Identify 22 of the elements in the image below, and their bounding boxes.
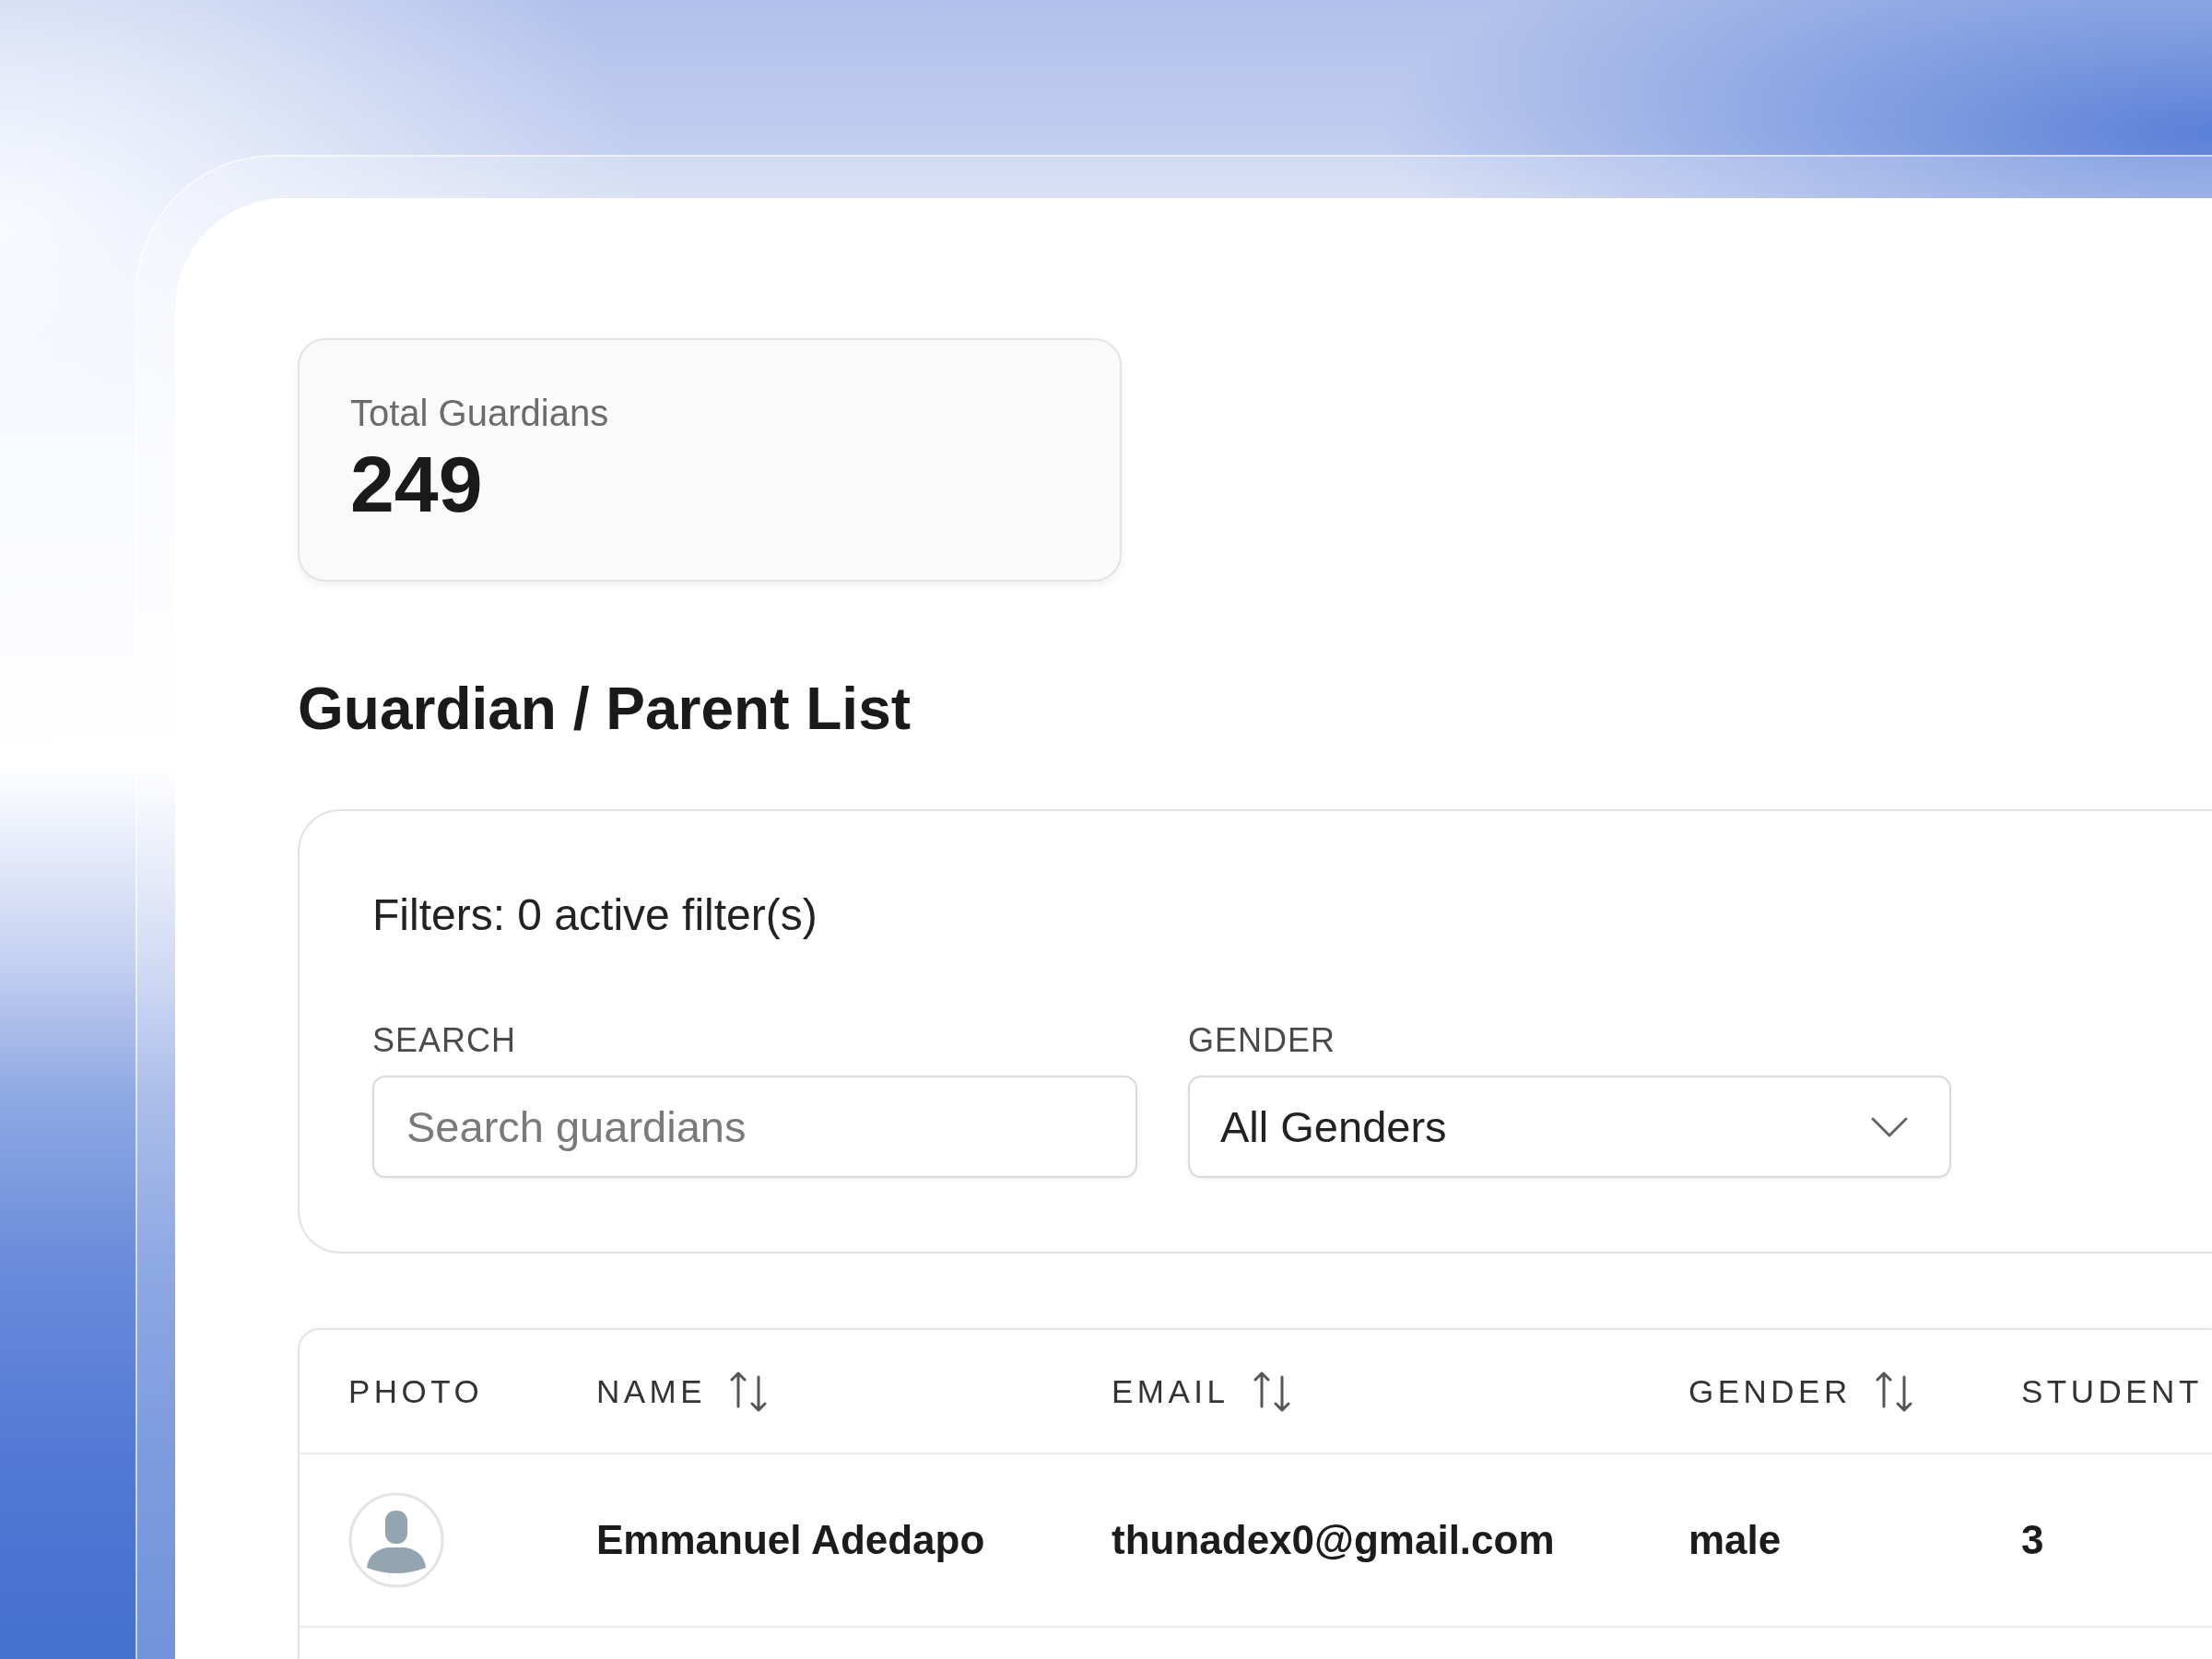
column-header: PHOTO: [348, 1371, 484, 1411]
stat-value: 249: [350, 443, 483, 524]
avatar-icon: [348, 1492, 444, 1588]
table-cell: Emmanuel Adedapo: [596, 1516, 985, 1564]
table-cell: thunadex0@gmail.com: [1112, 1516, 1555, 1564]
gender-select[interactable]: All Genders: [1188, 1076, 1951, 1178]
column-header: STUDENT: [2021, 1371, 2203, 1411]
field-label: GENDER: [1188, 1020, 1336, 1061]
sort-arrows-icon[interactable]: [1253, 1371, 1290, 1412]
column-header: NAME: [596, 1371, 707, 1411]
column-header: EMAIL: [1112, 1371, 1230, 1411]
field-label: SEARCH: [372, 1020, 517, 1061]
sort-arrows-icon[interactable]: [1875, 1371, 1912, 1412]
search-field[interactable]: Search guardians: [372, 1076, 1137, 1178]
stat-label: Total Guardians: [350, 392, 609, 434]
table-cell: 3: [2021, 1516, 2044, 1564]
sort-arrows-icon[interactable]: [730, 1371, 768, 1412]
filters-summary: Filters: 0 active filter(s): [372, 889, 818, 941]
page-title: Guardian / Parent List: [298, 675, 912, 743]
column-header: GENDER: [1688, 1371, 1852, 1411]
table-cell: male: [1688, 1516, 1782, 1564]
chevron-down-icon: [1871, 1116, 1908, 1137]
